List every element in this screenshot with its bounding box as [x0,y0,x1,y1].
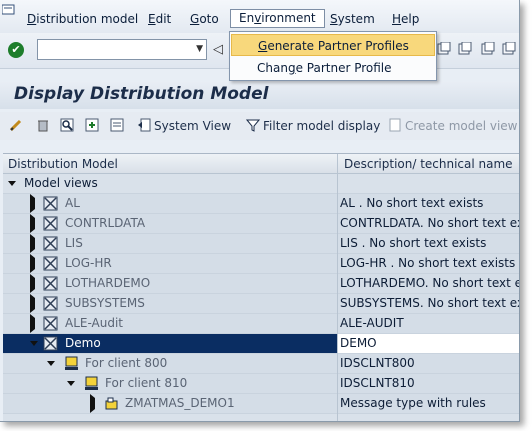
tree-row-description: LOTHARDEMO. No short text exists [340,276,519,290]
tree-node-label: LOG-HR [65,256,112,270]
tree-row-description: LIS . No short text exists [340,236,487,250]
tree-row[interactable]: For client 800 IDSCLNT800 [3,354,519,374]
tree-row-description: CONTRLDATA. No short text exists [340,216,519,230]
collapse-arrow-icon[interactable] [8,181,16,186]
tree-row[interactable]: For client 810 IDSCLNT810 [3,374,519,394]
tree-node-label: LIS [65,236,83,250]
collapse-arrow-icon[interactable] [30,341,38,346]
tree-row-description: Message type with rules [340,396,486,410]
column-divider[interactable] [337,154,338,421]
page-title: Display Distribution Model [14,84,269,104]
model-view-icon [43,236,58,251]
tree-header: Distribution Model Description/ technica… [3,154,519,174]
find-icon[interactable] [437,42,451,56]
create-document-icon [389,118,401,132]
distribution-model-tree: Distribution Model Description/ technica… [3,153,519,421]
model-view-icon [43,276,58,291]
find-next-icon[interactable] [458,42,472,56]
change-pencil-icon[interactable] [9,118,23,132]
tree-row-description: ALE-AUDIT [340,316,404,330]
model-view-icon [43,196,58,211]
message-type-icon [105,397,118,410]
menu-goto[interactable]: Goto [190,12,219,26]
application-toolbar: System View Filter model display Create … [0,112,519,140]
tree-node-label: LOTHARDEMO [65,276,151,290]
menu-system[interactable]: System [330,12,375,26]
tree-node-label: CONTRLDATA [65,216,146,230]
tree-node-label: ALE-Audit [65,316,124,330]
model-view-icon [43,316,58,331]
enter-check-icon[interactable]: ✔ [8,42,24,58]
collapse-arrow-icon[interactable] [47,361,55,366]
tree-row[interactable]: AL AL . No short text exists [3,194,519,214]
menu-environment[interactable]: Environment [230,9,325,28]
delete-trash-icon[interactable] [36,118,50,132]
model-view-icon [43,256,58,271]
tree-row[interactable]: LOG-HR LOG-HR . No short text exists [3,254,519,274]
previous-page-icon[interactable] [502,42,516,56]
back-icon[interactable]: ◁ [213,42,223,57]
model-view-icon [43,336,58,351]
tree-row-description: DEMO [338,334,519,353]
tree-row-selected[interactable]: Demo DEMO [3,334,519,354]
tree-row[interactable]: ZMATMAS_DEMO1 Message type with rules [3,394,519,414]
tree-row[interactable]: CONTRLDATA CONTRLDATA. No short text exi… [3,214,519,234]
tree-row[interactable]: LIS LIS . No short text exists [3,234,519,254]
model-view-icon [43,296,58,311]
filter-model-display-button[interactable]: Filter model display [263,118,380,134]
chevron-down-icon[interactable]: ▼ [196,44,203,54]
system-view-button[interactable]: System View [154,118,231,134]
tree-row-model-views[interactable]: Model views [3,174,519,194]
tree-node-label: SUBSYSTEMS [65,296,145,310]
menu-edit[interactable]: Edit [148,12,171,26]
tree-row-description: IDSCLNT810 [340,376,415,390]
column-header-description[interactable]: Description/ technical name [344,157,513,171]
collapse-arrow-icon[interactable] [67,381,75,386]
search-magnifier-icon[interactable] [60,118,74,132]
system-view-icon[interactable] [137,118,151,132]
menu-help[interactable]: Help [392,12,419,26]
tree-node-label: ZMATMAS_DEMO1 [125,396,235,410]
tree-row-description: LOG-HR . No short text exists [340,256,516,270]
tree-row-description: SUBSYSTEMS. No short text exists [340,296,519,310]
tree-row-description: IDSCLNT800 [340,356,415,370]
tree-row-description: AL . No short text exists [340,196,484,210]
menu-item-generate-partner-profiles[interactable]: Generate Partner Profiles [231,34,435,56]
menu-bar: Distribution model Edit Goto Environment… [0,0,519,33]
tree-row[interactable]: SUBSYSTEMS SUBSYSTEMS. No short text exi… [3,294,519,314]
first-page-icon[interactable] [481,42,495,56]
tree-row[interactable]: ALE-Audit ALE-AUDIT [3,314,519,334]
add-node-icon[interactable] [85,118,99,132]
tree-node-label: For client 800 [85,356,168,370]
client-monitor-icon [65,356,78,370]
tree-node-label: AL [65,196,80,210]
sap-window: Distribution model Edit Goto Environment… [0,0,520,422]
column-header-distribution-model[interactable]: Distribution Model [8,157,118,171]
tree-node-label: For client 810 [105,376,188,390]
filter-funnel-icon[interactable] [246,118,260,132]
client-monitor-icon [85,376,98,390]
window-menu-icon[interactable] [2,3,16,17]
environment-dropdown-menu: Generate Partner Profiles Change Partner… [229,31,437,81]
model-view-icon [43,216,58,231]
menu-item-change-partner-profile[interactable]: Change Partner Profile [231,57,435,79]
tree-node-label: Demo [65,336,101,350]
tree-row[interactable]: LOTHARDEMO LOTHARDEMO. No short text exi… [3,274,519,294]
expand-subtree-icon[interactable] [110,118,124,132]
menu-distribution-model[interactable]: Distribution model [27,12,138,26]
tree-node-label: Model views [24,176,98,190]
title-bar: Display Distribution Model [0,81,519,109]
command-field[interactable]: ▼ [37,39,207,60]
create-model-view-button[interactable]: Create model view [405,118,518,134]
